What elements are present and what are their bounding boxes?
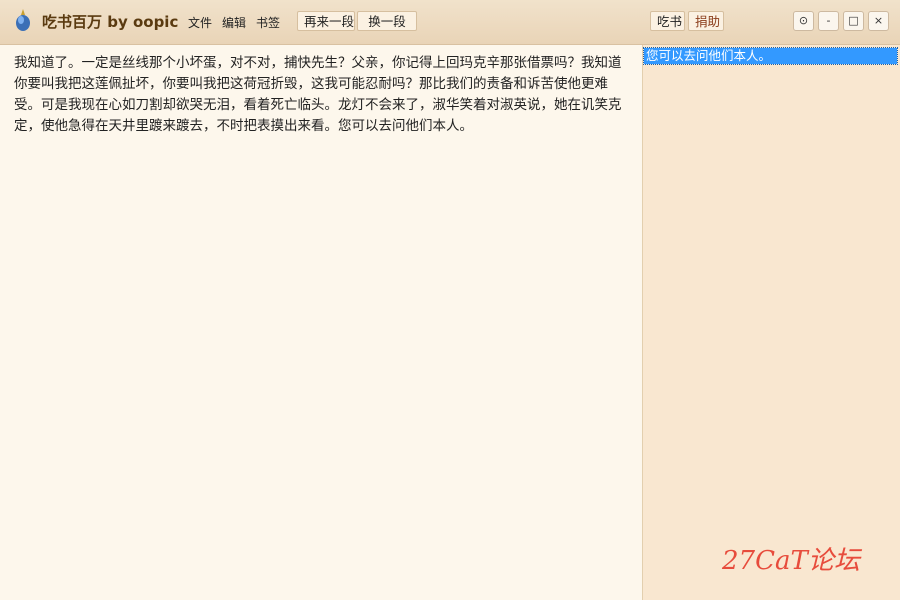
switch-button[interactable]: 换一段 <box>357 11 417 31</box>
reading-text: 我知道了。一定是丝线那个小坏蛋，对不对，捕快先生？父亲，你记得上回玛克辛那张借票… <box>14 55 622 134</box>
app-logo-icon <box>16 9 30 31</box>
menu-edit[interactable]: 编辑 <box>222 14 246 31</box>
eat-book-button[interactable]: 吃书 <box>650 11 685 31</box>
close-icon[interactable]: × <box>868 11 889 31</box>
list-item[interactable]: 您可以去问他们本人。 <box>643 47 898 65</box>
maximize-icon[interactable]: □ <box>843 11 864 31</box>
menu-file[interactable]: 文件 <box>188 14 212 31</box>
donate-button[interactable]: 捐助 <box>688 11 724 31</box>
again-button[interactable]: 再来一段 <box>297 11 355 31</box>
watermark: 27CaT论坛 <box>722 546 860 576</box>
minimize-icon[interactable]: - <box>818 11 839 31</box>
reading-pane[interactable]: 我知道了。一定是丝线那个小坏蛋，对不对，捕快先生？父亲，你记得上回玛克辛那张借票… <box>0 45 643 600</box>
sentence-list[interactable]: 您可以去问他们本人。 <box>643 45 900 600</box>
options-icon[interactable]: ⊙ <box>793 11 814 31</box>
app-title: 吃书百万 by oopic <box>42 13 179 31</box>
title-bar: 吃书百万 by oopic 文件 编辑 书签 再来一段 换一段 吃书 捐助 ⊙ … <box>0 0 900 45</box>
menu-bookmark[interactable]: 书签 <box>256 14 280 31</box>
